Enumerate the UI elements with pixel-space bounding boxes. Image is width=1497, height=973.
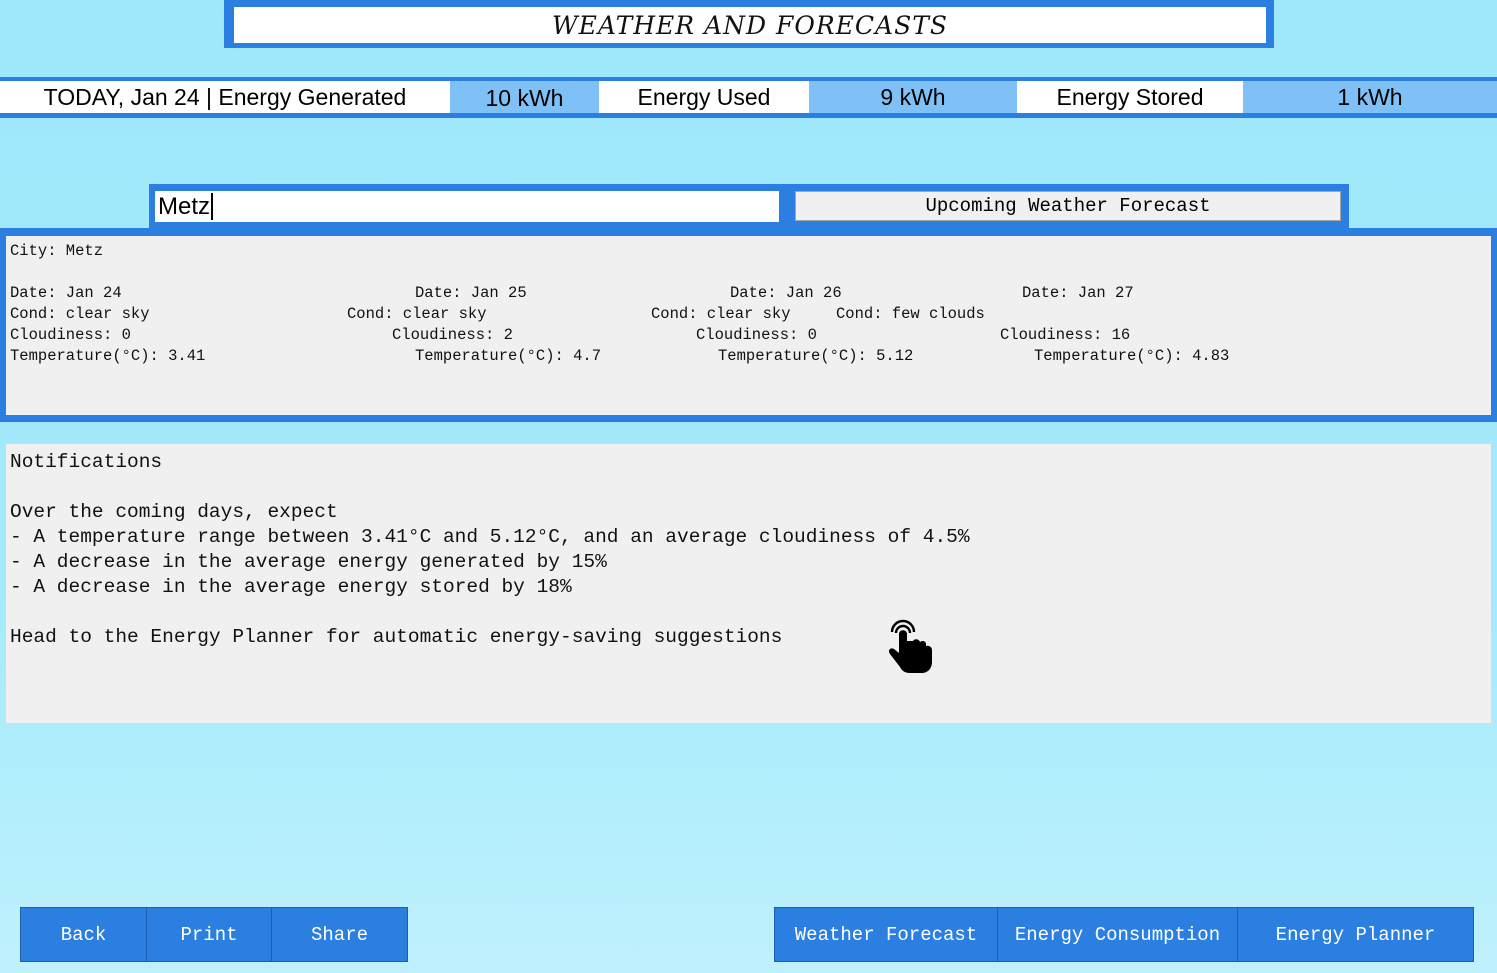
day-cloudiness: Cloudiness: 0	[696, 326, 817, 344]
nav-button-group: Weather Forecast Energy Consumption Ener…	[774, 907, 1474, 962]
notification-item: - A decrease in the average energy gener…	[10, 551, 607, 573]
upcoming-forecast-button[interactable]: Upcoming Weather Forecast	[795, 191, 1341, 221]
day-date: Date: Jan 24	[10, 284, 122, 302]
day-temperature: Temperature(°C): 4.83	[1034, 347, 1230, 365]
day-condition: Cond: few clouds	[836, 305, 985, 323]
text-caret	[211, 193, 213, 220]
notification-item: - A decrease in the average energy store…	[10, 576, 572, 598]
energy-used-label: Energy Used	[599, 81, 809, 113]
day-date: Date: Jan 25	[415, 284, 527, 302]
energy-used-value: 9 kWh	[809, 81, 1017, 113]
back-button[interactable]: Back	[21, 908, 147, 961]
day-condition: Cond: clear sky	[651, 305, 791, 323]
day-date: Date: Jan 27	[1022, 284, 1134, 302]
day-temperature: Temperature(°C): 4.7	[415, 347, 602, 365]
city-line: City: Metz	[10, 242, 104, 260]
weather-forecast-button[interactable]: Weather Forecast	[775, 908, 998, 961]
energy-stored-label: Energy Stored	[1017, 81, 1243, 113]
page-title: WEATHER AND FORECASTS	[234, 7, 1266, 43]
energy-consumption-button[interactable]: Energy Consumption	[998, 908, 1238, 961]
energy-planner-button[interactable]: Energy Planner	[1238, 908, 1473, 961]
print-button[interactable]: Print	[147, 908, 272, 961]
energy-summary-bar: TODAY, Jan 24 | Energy Generated 10 kWh …	[0, 77, 1497, 118]
day-cloudiness: Cloudiness: 2	[392, 326, 513, 344]
energy-generated-value: 10 kWh	[450, 81, 599, 113]
left-button-group: Back Print Share	[20, 907, 408, 962]
day-cloudiness: Cloudiness: 16	[1000, 326, 1131, 344]
energy-stored-value: 1 kWh	[1243, 81, 1497, 113]
day-condition: Cond: clear sky	[347, 305, 487, 323]
day-temperature: Temperature(°C): 3.41	[10, 347, 206, 365]
day-date: Date: Jan 26	[730, 284, 842, 302]
notification-item: - A temperature range between 3.41°C and…	[10, 526, 970, 548]
today-generated-label: TODAY, Jan 24 | Energy Generated	[0, 81, 450, 113]
share-button[interactable]: Share	[272, 908, 407, 961]
notifications-heading: Notifications	[10, 451, 163, 473]
notifications-panel: Notifications Over the coming days, expe…	[6, 444, 1491, 723]
notifications-intro: Over the coming days, expect	[10, 501, 338, 523]
city-input[interactable]	[155, 191, 779, 222]
day-cloudiness: Cloudiness: 0	[10, 326, 131, 344]
weather-output-panel: City: Metz Date: Jan 24 Cond: clear sky …	[6, 236, 1491, 415]
day-condition: Cond: clear sky	[10, 305, 150, 323]
day-temperature: Temperature(°C): 5.12	[718, 347, 914, 365]
notifications-footer: Head to the Energy Planner for automatic…	[10, 626, 783, 648]
title-frame: WEATHER AND FORECASTS	[224, 0, 1274, 48]
pointing-hand-cursor-icon	[884, 615, 934, 675]
